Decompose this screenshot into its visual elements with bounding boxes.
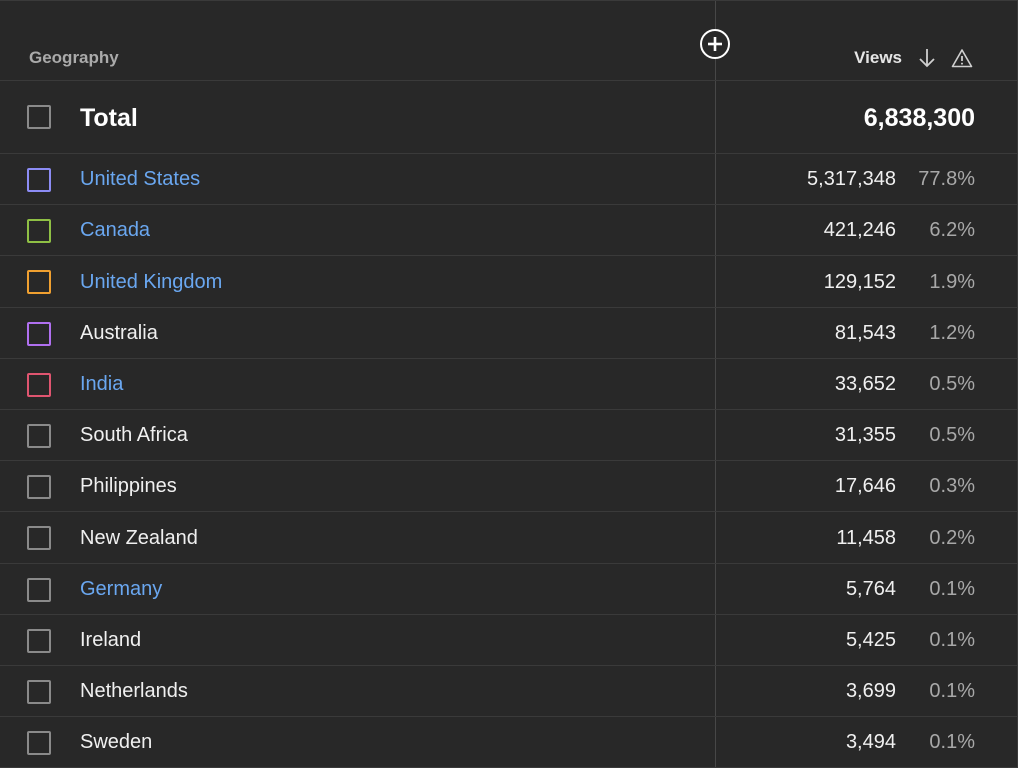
views-percent: 1.2%: [929, 322, 975, 344]
table-row[interactable]: Canada 421,246 6.2%: [0, 205, 1018, 256]
country-name[interactable]: India: [80, 373, 123, 396]
total-checkbox[interactable]: [27, 105, 51, 129]
views-value: 3,699: [845, 680, 896, 702]
views-value: 5,425: [845, 629, 896, 651]
country-name: New Zealand: [80, 527, 198, 549]
country-name: Australia: [80, 322, 158, 344]
views-value: 5,764: [845, 578, 896, 600]
views-value: 421,246: [823, 219, 896, 241]
views-column-header[interactable]: Views: [854, 48, 902, 68]
table-row[interactable]: Australia 81,543 1.2%: [0, 308, 1018, 359]
views-percent: 1.9%: [929, 271, 975, 293]
table-row[interactable]: Ireland 5,425 0.1%: [0, 615, 1018, 666]
country-name: South Africa: [80, 424, 188, 446]
country-name: Philippines: [80, 475, 177, 497]
table-row[interactable]: Germany 5,764 0.1%: [0, 564, 1018, 615]
table-header: Geography Views: [0, 1, 1018, 81]
views-value: 17,646: [834, 475, 896, 497]
country-name[interactable]: United Kingdom: [80, 271, 222, 294]
views-percent: 0.2%: [929, 527, 975, 549]
views-percent: 0.5%: [929, 424, 975, 446]
country-name: Sweden: [80, 731, 153, 753]
table-row[interactable]: South Africa 31,355 0.5%: [0, 410, 1018, 461]
country-name[interactable]: Germany: [80, 578, 162, 601]
table-row[interactable]: India 33,652 0.5%: [0, 359, 1018, 410]
total-views: 6,838,300: [863, 104, 975, 132]
table-row[interactable]: United Kingdom 129,152 1.9%: [0, 256, 1018, 308]
views-percent: 0.1%: [929, 680, 975, 702]
views-value: 81,543: [834, 322, 896, 344]
views-value: 3,494: [845, 731, 896, 753]
row-checkbox[interactable]: [27, 680, 51, 704]
geography-column-header: Geography: [29, 48, 119, 67]
row-checkbox[interactable]: [27, 475, 51, 499]
row-checkbox[interactable]: [27, 424, 51, 448]
total-row: Total 6,838,300: [0, 81, 1018, 154]
warning-icon[interactable]: [951, 48, 973, 68]
views-percent: 77.8%: [918, 168, 975, 190]
row-checkbox[interactable]: [27, 731, 51, 755]
row-checkbox[interactable]: [27, 526, 51, 550]
views-percent: 0.1%: [929, 629, 975, 651]
table-row[interactable]: United States 5,317,348 77.8%: [0, 154, 1018, 205]
views-percent: 0.3%: [929, 475, 975, 497]
country-name[interactable]: United States: [80, 168, 200, 191]
add-column-icon[interactable]: [699, 28, 731, 60]
table-row[interactable]: New Zealand 11,458 0.2%: [0, 512, 1018, 564]
row-checkbox[interactable]: [27, 578, 51, 602]
views-percent: 6.2%: [929, 219, 975, 241]
row-checkbox[interactable]: [27, 629, 51, 653]
sort-descending-icon[interactable]: [917, 47, 937, 69]
views-value: 33,652: [834, 373, 896, 395]
row-checkbox[interactable]: [27, 322, 51, 346]
country-name[interactable]: Canada: [80, 219, 150, 242]
row-checkbox[interactable]: [27, 270, 51, 294]
row-checkbox[interactable]: [27, 373, 51, 397]
views-percent: 0.5%: [929, 373, 975, 395]
table-row[interactable]: Netherlands 3,699 0.1%: [0, 666, 1018, 717]
country-name: Netherlands: [80, 680, 188, 702]
row-checkbox[interactable]: [27, 219, 51, 243]
views-value: 129,152: [823, 271, 896, 293]
views-percent: 0.1%: [929, 731, 975, 753]
views-percent: 0.1%: [929, 578, 975, 600]
country-name: Ireland: [80, 629, 142, 651]
row-checkbox[interactable]: [27, 168, 51, 192]
views-value: 5,317,348: [807, 168, 896, 190]
total-label: Total: [80, 104, 138, 132]
table-row[interactable]: Sweden 3,494 0.1%: [0, 717, 1018, 768]
geography-table: Geography Views Total 6,838,300 United S…: [0, 0, 1018, 768]
views-value: 11,458: [836, 527, 896, 549]
table-row[interactable]: Philippines 17,646 0.3%: [0, 461, 1018, 512]
views-value: 31,355: [834, 424, 896, 446]
